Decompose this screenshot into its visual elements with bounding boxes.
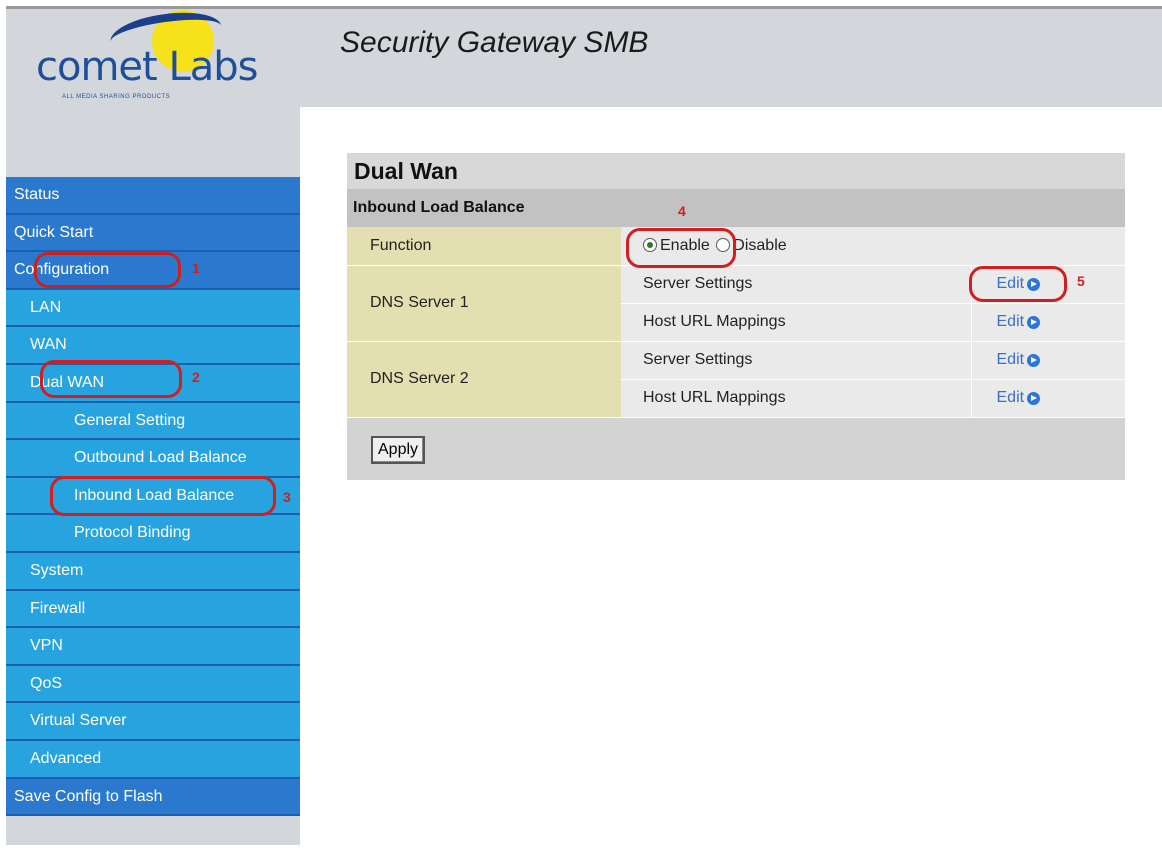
annotation-number: 4 xyxy=(678,203,686,219)
arrow-right-circle-icon xyxy=(1027,353,1041,367)
nav-item-system[interactable]: System xyxy=(6,552,300,591)
function-row: Function Enable Disable xyxy=(347,227,1125,266)
inbound-config-table: Function Enable Disable DNS Server 1 Ser… xyxy=(347,227,1125,418)
dns-server-1-label: DNS Server 1 xyxy=(347,265,621,342)
nav-item-firewall[interactable]: Firewall xyxy=(6,590,300,629)
dns1-server-settings-label: Server Settings xyxy=(621,265,971,304)
nav-item-qos[interactable]: QoS xyxy=(6,665,300,704)
dns2-server-settings-edit-cell: Edit xyxy=(970,341,1125,380)
arrow-right-circle-icon xyxy=(1027,391,1041,405)
panel-footer: Apply xyxy=(347,417,1125,480)
nav-item-protocol-binding[interactable]: Protocol Binding xyxy=(6,515,300,553)
nav-item-lan[interactable]: LAN xyxy=(6,289,300,328)
dns2-host-url-edit-cell: Edit xyxy=(970,379,1125,418)
page-title: Security Gateway SMB xyxy=(340,26,649,59)
annotation-ring-edit xyxy=(969,266,1067,302)
annotation-ring-dual-wan xyxy=(40,360,182,398)
annotation-number: 5 xyxy=(1077,273,1085,289)
logo-tagline: ALL MEDIA SHARING PRODUCTS xyxy=(62,94,171,100)
logo-brand-text: comet Labs xyxy=(36,44,258,90)
nav-item-save-config[interactable]: Save Config to Flash xyxy=(6,778,300,817)
annotation-number: 3 xyxy=(283,489,291,505)
dns2-server-settings-edit-link[interactable]: Edit xyxy=(997,351,1041,369)
annotation-number: 2 xyxy=(192,369,200,385)
dns1-host-url-label: Host URL Mappings xyxy=(621,303,971,342)
annotation-ring-inbound-load-balance xyxy=(50,476,276,516)
dns1-host-url-edit-link[interactable]: Edit xyxy=(997,313,1041,331)
edit-link-label: Edit xyxy=(996,313,1025,330)
nav-item-virtual-server[interactable]: Virtual Server xyxy=(6,703,300,741)
nav-item-general-setting[interactable]: General Setting xyxy=(6,402,300,441)
nav-item-status[interactable]: Status xyxy=(6,177,300,215)
dns-server-2-label: DNS Server 2 xyxy=(347,341,621,418)
nav-item-advanced[interactable]: Advanced xyxy=(6,740,300,779)
function-label: Function xyxy=(347,227,621,266)
edit-link-label: Edit xyxy=(996,351,1025,368)
panel-title: Dual Wan xyxy=(347,153,1125,189)
edit-link-label: Edit xyxy=(996,389,1025,406)
arrow-right-circle-icon xyxy=(1027,315,1041,329)
nav-item-vpn[interactable]: VPN xyxy=(6,628,300,666)
annotation-ring-configuration xyxy=(34,252,181,288)
disable-radio-label[interactable]: Disable xyxy=(733,237,786,254)
nav-item-outbound-load-balance[interactable]: Outbound Load Balance xyxy=(6,440,300,478)
section-title: Inbound Load Balance xyxy=(347,189,1125,227)
dns2-server-settings-label: Server Settings xyxy=(621,341,971,380)
dns2-host-url-label: Host URL Mappings xyxy=(621,379,971,418)
comet-labs-logo: comet Labs ALL MEDIA SHARING PRODUCTS xyxy=(30,6,270,108)
dns2-host-url-edit-link[interactable]: Edit xyxy=(997,389,1041,407)
annotation-number: 1 xyxy=(192,260,200,276)
dns1-host-url-edit-cell: Edit xyxy=(970,303,1125,342)
dns2-server-settings-row: DNS Server 2 Server Settings Edit xyxy=(347,341,1125,418)
dual-wan-panel: Dual Wan Inbound Load Balance Function E… xyxy=(347,153,1125,480)
annotation-ring-enable xyxy=(626,228,736,268)
nav-item-quick-start[interactable]: Quick Start xyxy=(6,214,300,253)
apply-button[interactable]: Apply xyxy=(371,435,426,464)
